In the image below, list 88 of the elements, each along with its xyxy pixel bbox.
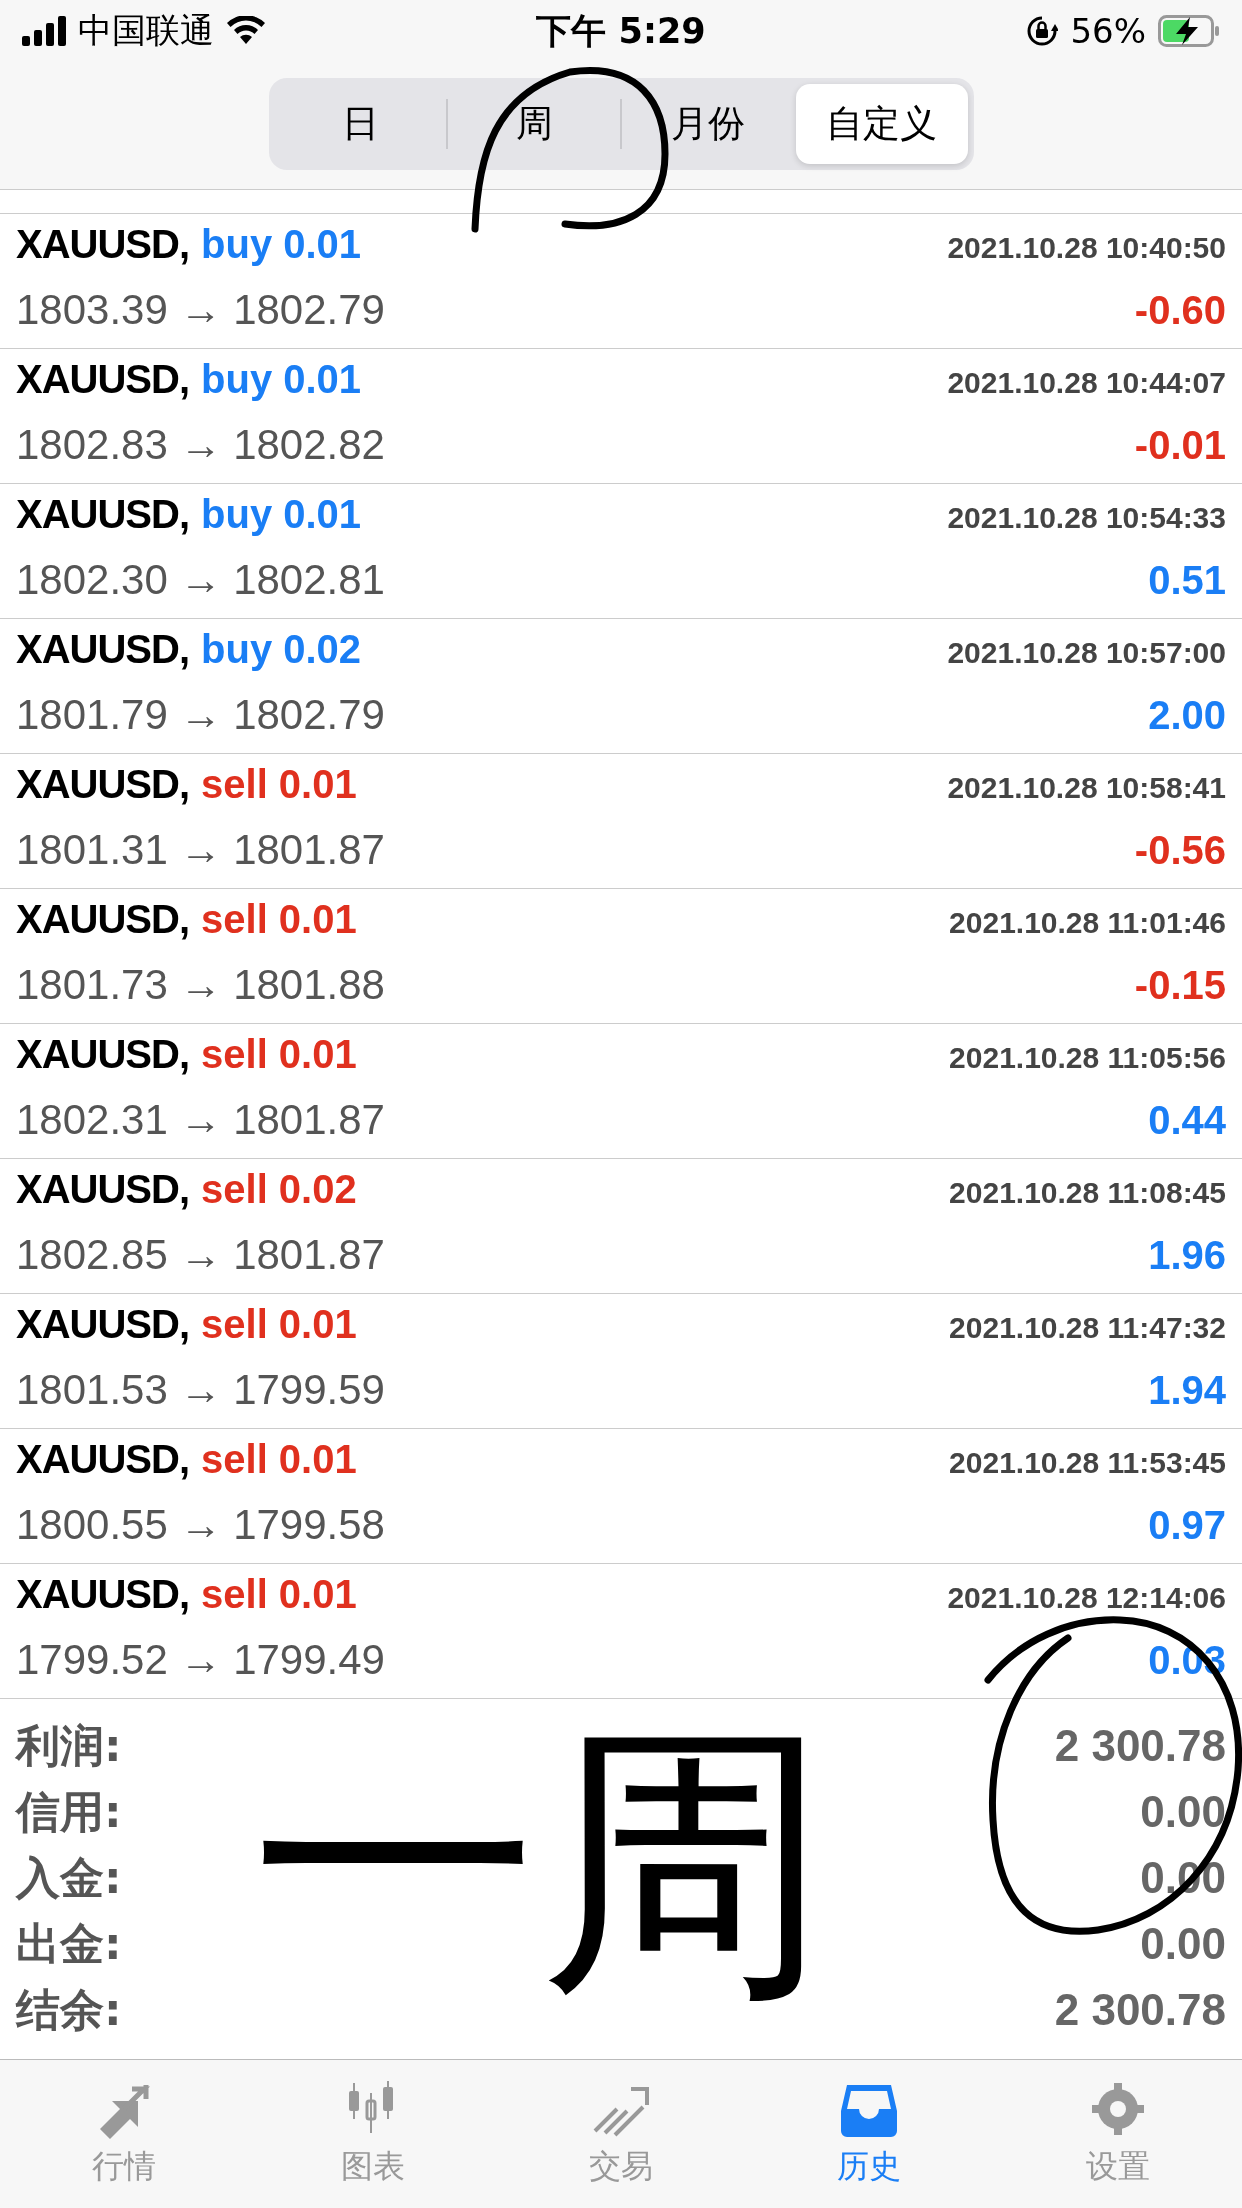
battery-percent: 56% [1070, 11, 1146, 51]
rotation-lock-icon [1026, 15, 1059, 47]
deal-time: 2021.10.28 10:54:33 [947, 501, 1226, 535]
deal-row[interactable]: XAUUSD, sell 0.01 2021.10.28 11:47:32 1801.53 → 1799.59 1.94 [0, 1294, 1242, 1429]
deal-time: 2021.10.28 11:47:32 [949, 1311, 1226, 1345]
deal-profit: -0.60 [1134, 288, 1226, 333]
deal-volume: sell 0.01 [201, 1302, 357, 1347]
deal-profit: -0.01 [1134, 423, 1226, 468]
symbol-label: XAUUSD, [16, 357, 190, 402]
symbol-label: XAUUSD, [16, 762, 190, 807]
price-range: 1802.83 → 1802.82 [16, 421, 385, 469]
deal-profit: 1.96 [1148, 1233, 1226, 1278]
deal-profit: 2.00 [1148, 693, 1226, 738]
deal-time: 2021.10.28 11:05:56 [949, 1041, 1226, 1075]
period-tab[interactable]: 自定义 [795, 84, 968, 164]
deal-volume: buy 0.01 [201, 222, 362, 267]
clock-time: 下午 5:29 [536, 9, 706, 53]
tab-bar-item[interactable]: 历史 [745, 2060, 994, 2208]
price-range: 1801.79 → 1802.79 [16, 691, 385, 739]
summary-value: 0.00 [1140, 1787, 1226, 1837]
summary-label: 出金: [16, 1916, 122, 1971]
tab-label: 图表 [340, 2146, 405, 2187]
battery-charging-icon [1158, 15, 1220, 47]
symbol-label: XAUUSD, [16, 897, 190, 942]
tab-label: 交易 [589, 2146, 653, 2187]
symbol-label: XAUUSD, [16, 1437, 190, 1482]
deal-time: 2021.10.28 12:14:06 [947, 1581, 1226, 1615]
deal-volume: sell 0.01 [201, 1437, 357, 1482]
symbol-label: XAUUSD, [16, 1167, 190, 1212]
deal-volume: buy 0.01 [201, 492, 362, 537]
wifi-icon [226, 16, 266, 46]
deal-volume: sell 0.02 [201, 1167, 357, 1212]
deal-row[interactable]: XAUUSD, buy 0.02 2021.10.28 10:57:00 1801.79 → 1802.79 2.00 [0, 619, 1242, 754]
deal-time: 2021.10.28 11:08:45 [949, 1176, 1226, 1210]
deal-row[interactable]: XAUUSD, buy 0.01 2021.10.28 10:44:07 1802.83 → 1802.82 -0.01 [0, 349, 1242, 484]
price-range: 1803.39 → 1802.79 [16, 286, 385, 334]
deal-profit: -0.56 [1134, 828, 1226, 873]
summary-label: 信用: [16, 1784, 122, 1839]
price-range: 1799.52 → 1799.49 [16, 1636, 385, 1684]
price-range: 1802.31 → 1801.87 [16, 1096, 385, 1144]
deal-row[interactable]: XAUUSD, buy 0.01 2021.10.28 10:40:50 1803.39 → 1802.79 -0.60 [0, 214, 1242, 349]
symbol-label: XAUUSD, [16, 222, 190, 267]
deal-volume: sell 0.01 [201, 762, 357, 807]
tab-label: 设置 [1085, 2146, 1150, 2187]
symbol-label: XAUUSD, [16, 627, 190, 672]
deal-volume: sell 0.01 [201, 1572, 357, 1617]
price-range: 1801.31 → 1801.87 [16, 826, 385, 874]
deal-time: 2021.10.28 10:58:41 [947, 771, 1226, 805]
deal-profit: 0.97 [1148, 1503, 1226, 1548]
price-range: 1801.53 → 1799.59 [16, 1366, 385, 1414]
deal-profit: 1.94 [1148, 1368, 1226, 1413]
period-tab[interactable]: 周 [448, 84, 620, 164]
summary-label: 利润: [16, 1718, 122, 1773]
symbol-label: XAUUSD, [16, 1302, 190, 1347]
deal-time: 2021.10.28 11:53:45 [949, 1446, 1226, 1480]
price-range: 1800.55 → 1799.58 [16, 1501, 385, 1549]
tab-label: 历史 [837, 2146, 902, 2187]
summary-value: 0.00 [1140, 1919, 1226, 1969]
symbol-label: XAUUSD, [16, 492, 190, 537]
price-range: 1802.85 → 1801.87 [16, 1231, 385, 1279]
price-range: 1801.73 → 1801.88 [16, 961, 385, 1009]
price-range: 1802.30 → 1802.81 [16, 556, 385, 604]
summary-value: 2 300.78 [1054, 1985, 1226, 2035]
deal-volume: buy 0.01 [201, 357, 362, 402]
handwritten-note: 一周 [250, 1699, 830, 2029]
summary-label: 入金: [16, 1850, 122, 1905]
deal-profit: 0.44 [1148, 1098, 1226, 1143]
symbol-label: XAUUSD, [16, 1032, 190, 1077]
deal-row[interactable]: XAUUSD, sell 0.01 2021.10.28 11:53:45 1800.55 → 1799.58 0.97 [0, 1429, 1242, 1564]
deal-time: 2021.10.28 10:57:00 [947, 636, 1226, 670]
tab-label: 行情 [92, 2146, 157, 2187]
signal-icon [22, 16, 66, 46]
deal-volume: sell 0.01 [201, 897, 357, 942]
deal-time: 2021.10.28 10:44:07 [947, 366, 1226, 400]
summary-label: 结余: [16, 1982, 122, 2037]
deal-time: 2021.10.28 10:40:50 [947, 231, 1226, 265]
summary-value: 2 300.78 [1054, 1721, 1226, 1771]
deal-volume: sell 0.01 [201, 1032, 357, 1077]
period-tab[interactable]: 月份 [622, 84, 794, 164]
deal-row[interactable]: XAUUSD, sell 0.02 2021.10.28 11:08:45 1802.85 → 1801.87 1.96 [0, 1159, 1242, 1294]
symbol-label: XAUUSD, [16, 1572, 190, 1617]
deal-row[interactable]: XAUUSD, sell 0.01 2021.10.28 11:05:56 1802.31 → 1801.87 0.44 [0, 1024, 1242, 1159]
deal-volume: buy 0.02 [201, 627, 362, 672]
deal-time: 2021.10.28 11:01:46 [949, 906, 1226, 940]
period-tab[interactable]: 日 [274, 84, 447, 164]
deal-profit: 0.51 [1148, 558, 1226, 603]
carrier-name: 中国联通 [78, 9, 214, 52]
deal-profit: -0.15 [1134, 963, 1226, 1008]
